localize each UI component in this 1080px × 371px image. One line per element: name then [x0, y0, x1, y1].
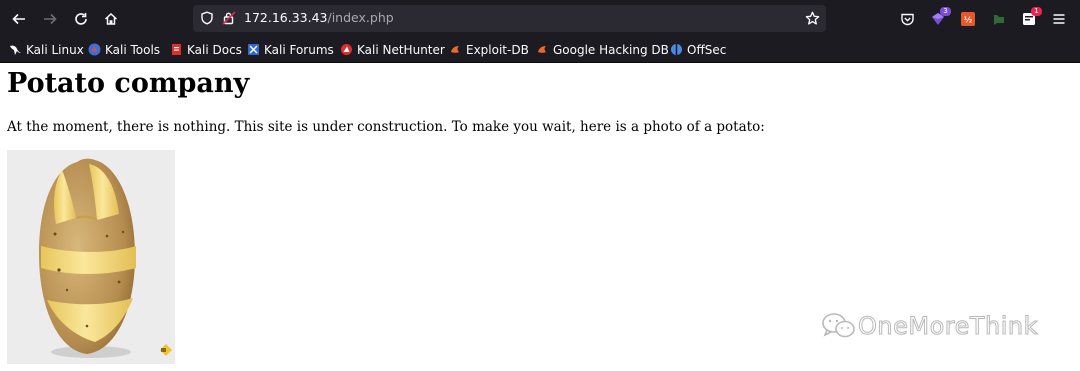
browser-toolbar: 172.16.33.43/index.php 3 ½ 1: [0, 0, 1080, 37]
reload-icon: [75, 13, 87, 25]
bookmark-label: Kali Forums: [264, 42, 334, 57]
back-arrow-icon: [12, 13, 25, 25]
notifications-icon[interactable]: 1: [1020, 7, 1042, 28]
bookmark-kali-linux[interactable]: Kali Linux: [9, 41, 84, 58]
insecure-lock-icon[interactable]: [220, 9, 238, 27]
kali-forums-icon: [247, 43, 260, 56]
kali-dragon-icon: [9, 43, 22, 56]
url-bar[interactable]: 172.16.33.43/index.php: [193, 5, 826, 32]
bookmark-label: Kali NetHunter: [357, 42, 445, 57]
page-paragraph: At the moment, there is nothing. This si…: [7, 119, 765, 135]
bookmark-label: Google Hacking DB: [553, 42, 669, 57]
extension-green-icon[interactable]: [990, 10, 1008, 28]
forward-arrow-icon: [44, 13, 57, 25]
potato-photo: [7, 150, 175, 364]
wechat-icon: [822, 313, 855, 338]
kali-tools-icon: [88, 43, 101, 56]
bookmark-label: Kali Linux: [26, 42, 84, 57]
svg-text:½: ½: [964, 15, 972, 25]
bookmark-kali-nethunter[interactable]: Kali NetHunter: [340, 41, 445, 58]
bookmark-kali-forums[interactable]: Kali Forums: [247, 41, 334, 58]
potato-illustration: [7, 150, 175, 364]
bookmark-google-hacking-db[interactable]: Google Hacking DB: [536, 41, 669, 58]
extension-purple-icon[interactable]: 3: [929, 7, 951, 28]
notifications-badge: 1: [1031, 7, 1042, 16]
url-text[interactable]: 172.16.33.43/index.php: [244, 10, 394, 25]
extension-3-badge: 3: [940, 7, 951, 16]
bookmark-label: OffSec: [687, 42, 727, 57]
menu-hamburger-icon[interactable]: [1050, 10, 1068, 28]
bookmarks-toolbar: Kali Linux Kali Tools Kali Docs Kali For…: [0, 37, 1080, 63]
offsec-icon: [670, 43, 683, 56]
kali-docs-icon: [170, 43, 183, 56]
bookmark-label: Kali Tools: [105, 42, 161, 57]
url-path: /index.php: [327, 10, 394, 25]
bookmark-star-icon[interactable]: [803, 9, 821, 27]
home-button[interactable]: [100, 8, 122, 30]
nethunter-icon: [340, 43, 353, 56]
bookmark-label: Exploit-DB: [466, 42, 529, 57]
extension-orange-icon[interactable]: ½: [959, 10, 977, 28]
ghdb-icon: [536, 43, 549, 56]
exploit-db-icon: [449, 43, 462, 56]
bookmark-label: Kali Docs: [187, 42, 242, 57]
url-host: 172.16.33.43: [244, 10, 328, 25]
bookmark-offsec[interactable]: OffSec: [670, 41, 726, 58]
tracking-protection-shield-icon[interactable]: [198, 9, 216, 27]
bookmark-kali-docs[interactable]: Kali Docs: [170, 41, 242, 58]
bookmark-exploit-db[interactable]: Exploit-DB: [449, 41, 529, 58]
pocket-icon[interactable]: [898, 10, 916, 28]
watermark: OneMoreThink: [820, 311, 1038, 341]
forward-button[interactable]: [39, 8, 61, 30]
home-icon: [104, 12, 118, 25]
bookmark-kali-tools[interactable]: Kali Tools: [88, 41, 160, 58]
watermark-text: OneMoreThink: [857, 312, 1039, 341]
page-title: Potato company: [7, 68, 250, 99]
back-button[interactable]: [8, 8, 30, 30]
reload-button[interactable]: [70, 8, 92, 30]
